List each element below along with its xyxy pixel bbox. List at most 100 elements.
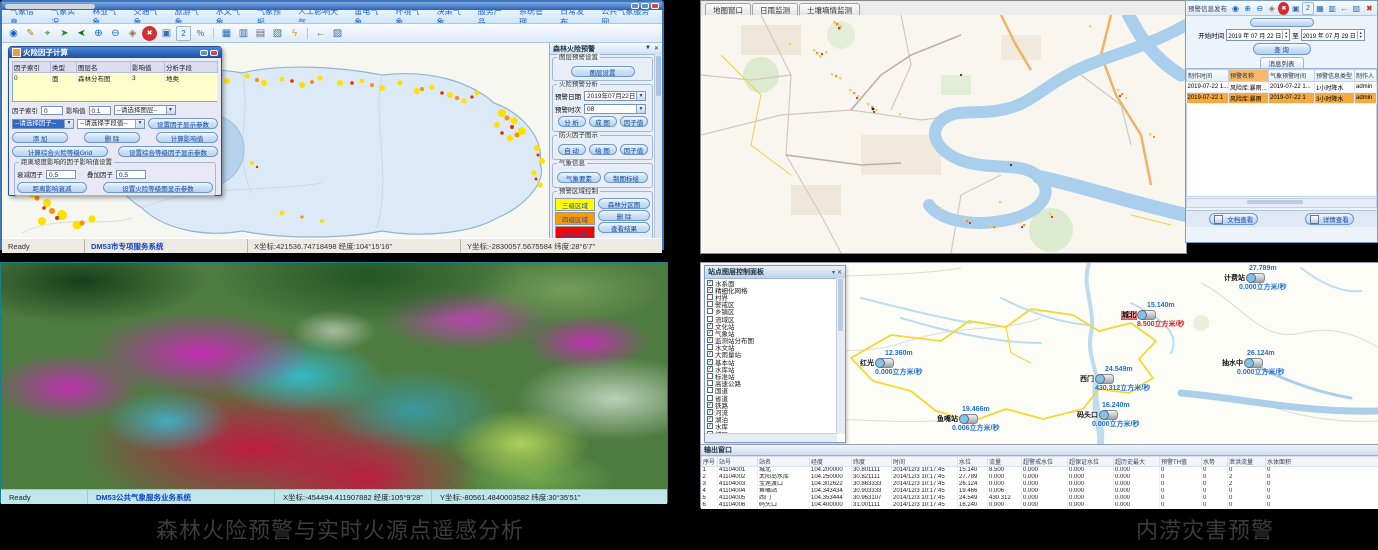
close-icon[interactable]: ✕ [654, 45, 659, 52]
layer-checkbox[interactable] [707, 409, 713, 415]
minimize-button[interactable] [631, 3, 639, 9]
output-table-header[interactable]: 纬度 [852, 457, 892, 467]
dialog-close-button[interactable] [210, 50, 218, 56]
layer-checkbox[interactable] [707, 287, 713, 293]
panel-scrollbar[interactable] [654, 54, 662, 238]
factor-table-header[interactable]: 图层名 [77, 62, 131, 73]
message-table-header[interactable]: 制作时间 [1187, 70, 1229, 82]
menu-item[interactable]: 决策气象 [437, 10, 467, 24]
globe-icon[interactable] [6, 26, 21, 41]
table-row[interactable]: 241104002太阳岛水库104.25000030.8211112014/12… [702, 474, 1378, 481]
layer-select[interactable]: --请选择图层--▼ [114, 105, 176, 115]
window-view-icon[interactable] [1290, 2, 1301, 15]
station-marker[interactable]: 27.789m 计费站 0.000立方米/秒 [1223, 264, 1378, 292]
stop-icon[interactable] [1278, 2, 1289, 15]
pan-hand-icon[interactable] [125, 26, 140, 41]
overlay-input[interactable]: 0.5 [116, 170, 146, 179]
close-icon[interactable]: ✕ [837, 269, 842, 276]
menu-item[interactable]: 服务产品 [478, 10, 508, 24]
factor-select[interactable]: --请选择因子--▼ [12, 119, 74, 129]
menu-item[interactable]: 日常发布 [560, 10, 590, 24]
export-icon[interactable] [270, 26, 285, 41]
weight-input[interactable]: 0.1 [89, 106, 111, 115]
fire-factor-dialog[interactable]: 火险因子计算 因子索引类型图层名影响值分析字段 0面森林分布图3地类 [8, 46, 222, 196]
table-row[interactable]: 141104001城北104.20000030.8011112014/12/3 … [702, 467, 1378, 475]
analysis-button[interactable]: 成 图 [589, 116, 617, 127]
factor-graph-button[interactable]: 自 动 [558, 144, 586, 155]
set-grid-display-button[interactable]: 设置综合等级因子显示参数 [118, 146, 218, 157]
layer-panel-hscrollbar[interactable] [705, 433, 837, 442]
image-icon[interactable] [330, 26, 345, 41]
flood-map[interactable]: 27.789m 计费站 0.000立方米/秒 15.140m 城北 8.500立… [701, 263, 1378, 444]
layer-panel-scrollbar[interactable] [836, 278, 845, 434]
table-row[interactable]: 641104006码头口104.40000031.0011112014/12/3… [702, 502, 1378, 509]
message-list-tab[interactable]: 消息列表 [1260, 57, 1304, 68]
layer-checkbox[interactable] [707, 308, 713, 314]
menu-item[interactable]: 气象预报 [257, 10, 287, 24]
window-titlebar[interactable] [2, 2, 662, 10]
menu-item[interactable]: 雷电气象 [354, 10, 384, 24]
layer-checkbox[interactable] [707, 373, 713, 379]
table-row[interactable]: 2019-07-22 1...风险库:暴雨...2019-07-22 1...1… [1187, 82, 1377, 93]
output-table-header[interactable]: 超警戒水位 [1022, 457, 1068, 467]
menu-item[interactable]: 水文气象 [216, 10, 246, 24]
add-button[interactable]: 添 加 [12, 132, 68, 143]
warn-date-select[interactable]: 2019年07月22日▼ [584, 91, 646, 101]
hidden-action-button[interactable] [1250, 18, 1314, 27]
window-view-icon[interactable] [159, 26, 174, 41]
layer-checkbox[interactable] [707, 280, 713, 286]
rain-map[interactable] [701, 15, 1186, 253]
output-table-header[interactable]: 水位 [958, 457, 988, 467]
back-icon[interactable] [1339, 2, 1350, 15]
message-table-header[interactable]: 预警名称 [1229, 70, 1269, 82]
spinner-icon[interactable]: ▲▼ [1357, 31, 1363, 39]
station-marker[interactable]: 19.466m 鱼嘴站 0.006立方米/秒 [936, 405, 1096, 433]
distance-decay-button[interactable]: 距离影响衰减 [17, 182, 87, 193]
zoom-in-icon[interactable] [91, 26, 106, 41]
output-table-header[interactable]: 时间 [892, 457, 958, 467]
station-marker[interactable]: 16.240m 码头口 0.000立方米/秒 [1076, 401, 1236, 429]
station-marker[interactable]: 26.124m 抽水中 0.000立方米/秒 [1221, 349, 1378, 377]
map-view-icon[interactable] [1315, 2, 1326, 15]
warning-area-button[interactable]: 删 除 [598, 210, 650, 221]
status-system-name[interactable]: DM53市专项服务系统 [85, 239, 248, 253]
output-table-header[interactable]: 经度 [810, 457, 852, 467]
analysis-button[interactable]: 分 析 [558, 116, 586, 127]
factor-table-header[interactable]: 因子索引 [13, 62, 51, 73]
zoom-out-icon[interactable] [108, 26, 123, 41]
dialog-titlebar[interactable]: 火险因子计算 [9, 47, 221, 58]
factor-graph-button[interactable]: 因子值 [620, 144, 648, 155]
layer-checkbox[interactable] [707, 351, 713, 357]
maximize-button[interactable] [641, 3, 649, 9]
layer-checkbox[interactable] [707, 337, 713, 343]
output-table-header[interactable]: 超历史最大 [1114, 457, 1160, 467]
output-table-header[interactable]: 预警TH值 [1160, 457, 1202, 467]
remote-sensing-image[interactable] [1, 263, 667, 489]
layer-checkbox[interactable] [707, 395, 713, 401]
delete-button[interactable]: 删 除 [84, 132, 140, 143]
map-view-icon[interactable] [219, 26, 234, 41]
walk-forward-icon[interactable] [57, 26, 72, 41]
message-table-header[interactable]: 气象预警时间 [1269, 70, 1315, 82]
layer-checkbox[interactable] [707, 316, 713, 322]
layer-checkbox[interactable] [707, 359, 713, 365]
stop-icon[interactable] [142, 26, 157, 41]
output-table-header[interactable]: 水体面积 [1266, 457, 1378, 467]
dialog-minimize-button[interactable] [200, 50, 208, 56]
layer-checkbox[interactable] [707, 387, 713, 393]
menu-item[interactable]: 环境气象 [395, 10, 425, 24]
close-button[interactable] [651, 3, 659, 9]
menu-item[interactable]: 林业气象 [92, 10, 122, 24]
date-from-picker[interactable]: 2019 年 07 月 22 日 ▲▼ [1226, 29, 1290, 41]
pan-hand-icon[interactable] [1266, 2, 1277, 15]
spinner-icon[interactable]: ▲▼ [1282, 31, 1288, 39]
station-marker[interactable]: 12.360m 红光 0.000立方米/秒 [859, 349, 1019, 377]
menu-item[interactable]: 交通气象 [133, 10, 163, 24]
layer-checkbox[interactable] [707, 330, 713, 336]
output-table-header[interactable]: 站号 [718, 457, 758, 467]
menu-item[interactable]: 公共气象服务网 [601, 10, 654, 24]
back-icon[interactable] [313, 26, 328, 41]
layer-checkbox[interactable] [707, 380, 713, 386]
status-system-name[interactable]: DM53公共气象服务业务系统 [88, 490, 275, 504]
output-table-header[interactable]: 序号 [702, 457, 718, 467]
